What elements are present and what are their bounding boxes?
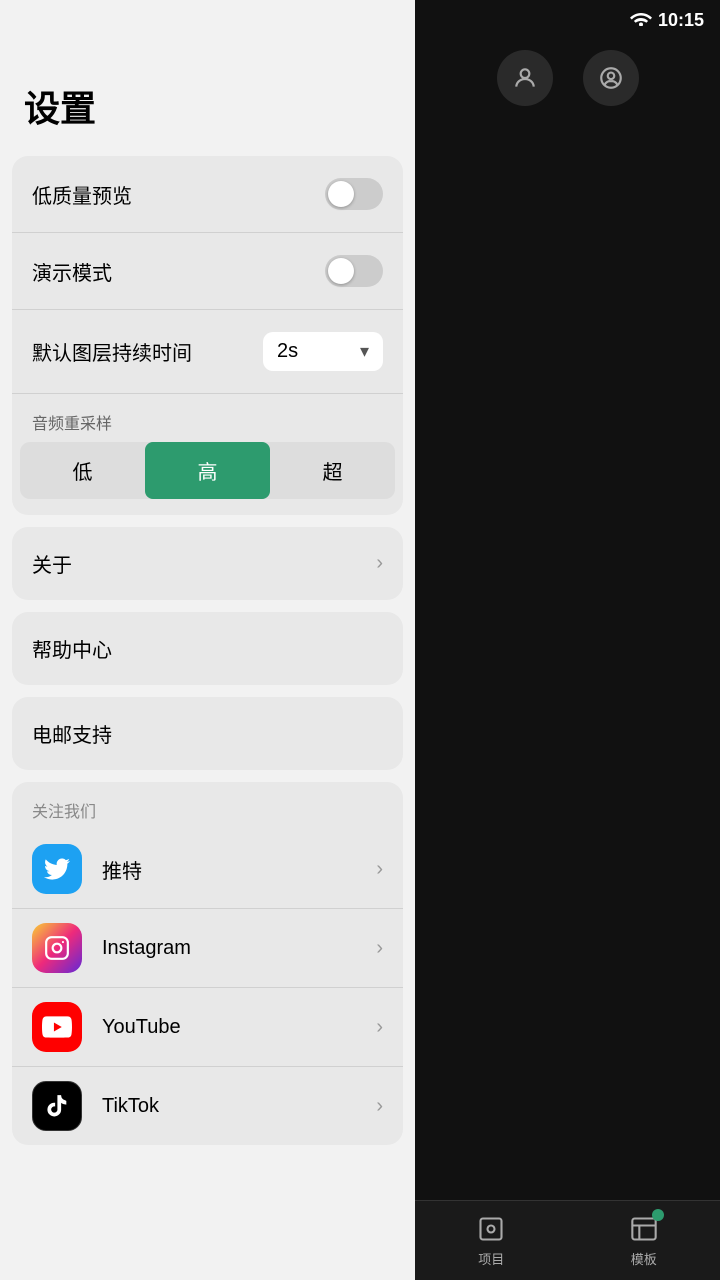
nav-projects-label: 项目 — [478, 1249, 504, 1268]
twitter-icon — [32, 844, 82, 894]
twitter-name: 推特 — [102, 855, 376, 884]
audio-resample-segment: 低 高 超 — [20, 442, 395, 499]
social-instagram-row[interactable]: Instagram › — [12, 909, 403, 988]
youtube-name: YouTube — [102, 1016, 376, 1039]
bottom-nav: 项目 模板 — [415, 1200, 720, 1280]
low-quality-preview-toggle[interactable] — [325, 178, 383, 210]
header-icon-1[interactable] — [497, 50, 553, 106]
about-chevron-icon: › — [376, 552, 383, 575]
nav-templates-label: 模板 — [631, 1249, 657, 1268]
tiktok-icon — [32, 1081, 82, 1131]
social-youtube-row[interactable]: YouTube › — [12, 988, 403, 1067]
instagram-icon — [32, 923, 82, 973]
nav-item-projects[interactable]: 项目 — [475, 1213, 507, 1268]
badge-dot — [652, 1209, 664, 1221]
about-row[interactable]: 关于 › — [12, 527, 403, 600]
nav-item-templates[interactable]: 模板 — [628, 1213, 660, 1268]
demo-mode-row: 演示模式 — [12, 233, 403, 310]
chevron-down-icon: ▾ — [360, 341, 369, 362]
project-icon — [475, 1213, 507, 1245]
header-icon-2[interactable] — [583, 50, 639, 106]
segment-high[interactable]: 高 — [145, 442, 270, 499]
template-icon — [628, 1213, 660, 1245]
youtube-chevron-icon: › — [376, 1016, 383, 1039]
about-label: 关于 — [32, 549, 72, 578]
segment-low[interactable]: 低 — [20, 442, 145, 499]
demo-mode-toggle[interactable] — [325, 255, 383, 287]
settings-panel: 设置 低质量预览 演示模式 默认图层持续时间 2s ▾ 音频重采样 低 高 — [0, 0, 415, 1280]
email-support-label: 电邮支持 — [32, 719, 112, 748]
help-center-label: 帮助中心 — [32, 634, 112, 663]
status-bar: 10:15 — [420, 0, 720, 40]
social-twitter-row[interactable]: 推特 › — [12, 830, 403, 909]
twitter-chevron-icon: › — [376, 858, 383, 881]
header-icons — [415, 50, 720, 106]
settings-main-card: 低质量预览 演示模式 默认图层持续时间 2s ▾ 音频重采样 低 高 超 — [12, 156, 403, 515]
settings-title: 设置 — [0, 60, 415, 156]
instagram-name: Instagram — [102, 937, 376, 960]
help-center-card: 帮助中心 — [12, 612, 403, 685]
audio-resample-label: 音频重采样 — [12, 394, 403, 442]
wifi-icon — [630, 10, 652, 31]
low-quality-preview-label: 低质量预览 — [32, 180, 132, 209]
email-support-card: 电邮支持 — [12, 697, 403, 770]
tiktok-chevron-icon: › — [376, 1095, 383, 1118]
default-layer-duration-row: 默认图层持续时间 2s ▾ — [12, 310, 403, 394]
email-support-row[interactable]: 电邮支持 — [12, 697, 403, 770]
dark-panel — [415, 0, 720, 1280]
low-quality-preview-row: 低质量预览 — [12, 156, 403, 233]
tiktok-name: TikTok — [102, 1095, 376, 1118]
follow-us-section: 关注我们 推特 › Instagram › — [12, 782, 403, 1145]
help-center-row[interactable]: 帮助中心 — [12, 612, 403, 685]
demo-mode-label: 演示模式 — [32, 257, 112, 286]
default-layer-duration-dropdown[interactable]: 2s ▾ — [263, 332, 383, 371]
about-card: 关于 › — [12, 527, 403, 600]
audio-resample-section: 音频重采样 低 高 超 — [12, 394, 403, 499]
default-layer-duration-label: 默认图层持续时间 — [32, 337, 192, 366]
social-tiktok-row[interactable]: TikTok › — [12, 1067, 403, 1145]
status-time: 10:15 — [658, 10, 704, 31]
instagram-chevron-icon: › — [376, 937, 383, 960]
dropdown-value: 2s — [277, 340, 352, 363]
follow-us-header: 关注我们 — [12, 782, 403, 830]
segment-ultra[interactable]: 超 — [270, 442, 395, 499]
youtube-icon — [32, 1002, 82, 1052]
